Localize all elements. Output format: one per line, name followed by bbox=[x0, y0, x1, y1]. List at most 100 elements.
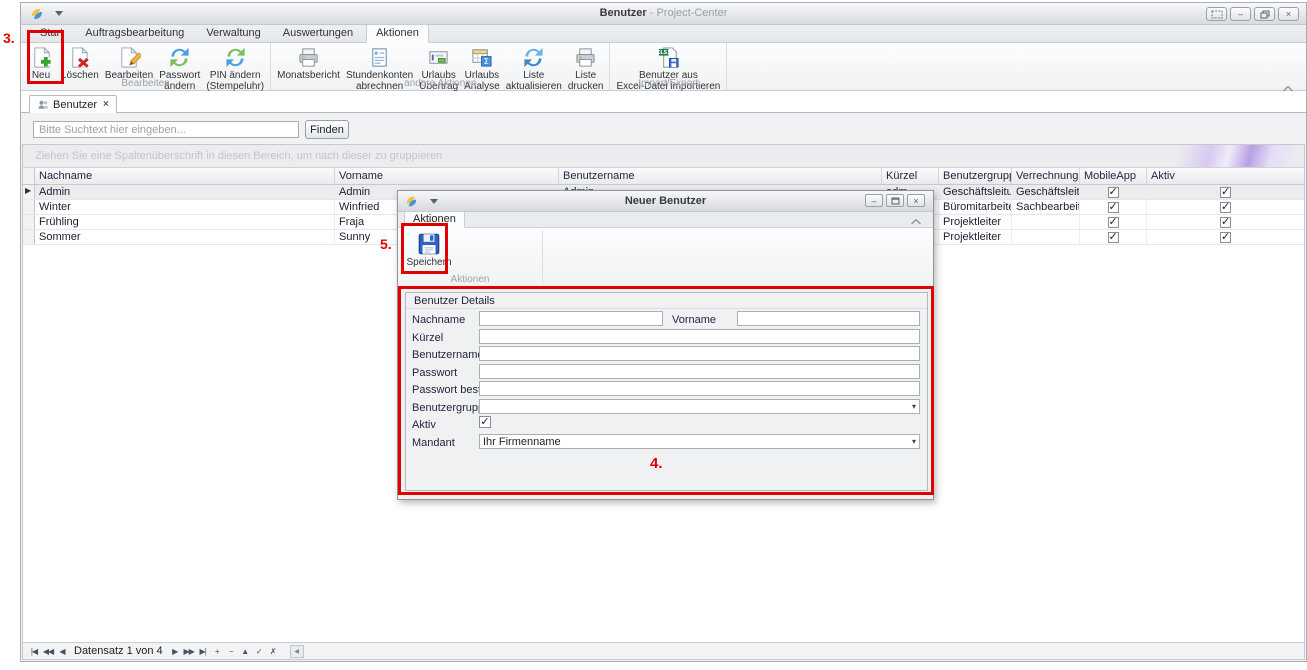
navigator-button[interactable]: ◀◀ bbox=[41, 647, 55, 656]
checkbox[interactable]: ✓ bbox=[1220, 232, 1231, 243]
dialog-tab-strip: Aktionen bbox=[398, 212, 933, 228]
navigator-next-buttons: ▶▶▶▶|+−▲✓✗ bbox=[168, 647, 280, 656]
svg-text:Σ: Σ bbox=[484, 56, 489, 66]
checkbox[interactable]: ✓ bbox=[1220, 217, 1231, 228]
checkbox-cell[interactable]: ✓ bbox=[1147, 200, 1304, 214]
dialog-close-button[interactable]: × bbox=[907, 194, 925, 207]
group-by-panel[interactable]: Ziehen Sie eine Spaltenüberschrift in di… bbox=[23, 145, 1304, 168]
grid-cell[interactable] bbox=[1012, 215, 1080, 229]
dialog-minimize-button[interactable]: – bbox=[865, 194, 883, 207]
navigator-button[interactable]: ◀ bbox=[55, 647, 69, 656]
column-header[interactable]: MobileApp bbox=[1080, 168, 1147, 184]
dialog-title-bar: Neuer Benutzer – × bbox=[398, 191, 933, 212]
grid-cell[interactable]: Admin bbox=[35, 185, 335, 199]
navigator-button[interactable]: ✓ bbox=[252, 647, 266, 656]
search-input[interactable] bbox=[33, 121, 299, 138]
checkbox[interactable]: ✓ bbox=[1108, 232, 1119, 243]
annotation-box-5 bbox=[401, 223, 448, 274]
grid-cell[interactable]: Winter bbox=[35, 200, 335, 214]
column-header[interactable]: Benutzergruppe bbox=[939, 168, 1012, 184]
tab-close-icon[interactable]: × bbox=[103, 99, 109, 110]
users-icon bbox=[37, 99, 49, 111]
row-indicator bbox=[23, 230, 35, 244]
dialog-group-caption: Aktionen bbox=[400, 274, 540, 285]
restore-button[interactable] bbox=[1254, 7, 1275, 21]
navigator-button[interactable]: ▶▶ bbox=[182, 647, 196, 656]
navigator-button[interactable]: ▶| bbox=[196, 647, 210, 656]
ribbon-tab-verwaltung[interactable]: Verwaltung bbox=[197, 25, 269, 42]
grid-cell[interactable]: Büromitarbeiter bbox=[939, 200, 1012, 214]
dialog-window-controls: – × bbox=[865, 194, 925, 207]
navigator-button[interactable]: |◀ bbox=[27, 647, 41, 656]
grid-cell[interactable]: Projektleiter bbox=[939, 215, 1012, 229]
minimize-button[interactable]: – bbox=[1230, 7, 1251, 21]
svg-text:XLSX: XLSX bbox=[657, 50, 671, 56]
checkbox[interactable]: ✓ bbox=[1108, 217, 1119, 228]
dialog-maximize-button[interactable] bbox=[886, 194, 904, 207]
grid-cell[interactable]: Frühling bbox=[35, 215, 335, 229]
bearbeiten-button[interactable]: Bearbeiten bbox=[102, 44, 156, 81]
row-indicator bbox=[23, 215, 35, 229]
refresh-icon bbox=[168, 45, 191, 70]
checkbox-cell[interactable]: ✓ bbox=[1147, 230, 1304, 244]
loeschen-button[interactable]: Löschen bbox=[58, 44, 102, 81]
annotation-label-3: 3. bbox=[3, 30, 15, 46]
checkbox[interactable]: ✓ bbox=[1220, 187, 1231, 198]
title-bar: Benutzer - Project-Center – × bbox=[21, 3, 1306, 25]
record-count-label: Datensatz 1 von 4 bbox=[74, 645, 163, 657]
grid-cell[interactable]: Geschäftsleitung bbox=[1012, 185, 1080, 199]
navigator-button[interactable]: ▶ bbox=[168, 647, 182, 656]
checkbox-cell[interactable]: ✓ bbox=[1080, 230, 1147, 244]
screen-mode-button[interactable] bbox=[1206, 7, 1227, 21]
checkbox-cell[interactable]: ✓ bbox=[1080, 185, 1147, 199]
ribbon-tab-auftragsbearbeitung[interactable]: Auftragsbearbeitung bbox=[76, 25, 193, 42]
checkbox-cell[interactable]: ✓ bbox=[1147, 215, 1304, 229]
group-by-hint: Ziehen Sie eine Spaltenüberschrift in di… bbox=[35, 150, 442, 162]
grid-cell[interactable] bbox=[1012, 230, 1080, 244]
navigator-button[interactable]: ▲ bbox=[238, 647, 252, 656]
group-caption-import-export: Import/Export bbox=[610, 78, 726, 90]
navigator-button[interactable]: ✗ bbox=[266, 647, 280, 656]
column-header[interactable]: Nachname bbox=[35, 168, 335, 184]
refresh-icon bbox=[224, 45, 247, 70]
navigator-button[interactable]: − bbox=[224, 647, 238, 656]
checkbox[interactable]: ✓ bbox=[1108, 187, 1119, 198]
checkbox-cell[interactable]: ✓ bbox=[1080, 215, 1147, 229]
scroll-left-button[interactable]: ◀ bbox=[290, 645, 304, 658]
document-list-icon bbox=[368, 45, 391, 70]
document-tab-benutzer[interactable]: Benutzer × bbox=[29, 95, 117, 113]
column-header[interactable]: Kürzel bbox=[882, 168, 939, 184]
monatsbericht-button[interactable]: Monatsbericht bbox=[274, 44, 343, 81]
dialog-ribbon-collapse-button[interactable] bbox=[910, 218, 923, 227]
printer-icon bbox=[297, 45, 320, 70]
screenshot-page: Benutzer - Project-Center – × bbox=[0, 0, 1307, 670]
excel-import-icon: XLSX bbox=[657, 45, 680, 70]
checkbox-cell[interactable]: ✓ bbox=[1080, 200, 1147, 214]
column-header[interactable]: Benutzername bbox=[559, 168, 882, 184]
screen-mode-icon bbox=[1211, 10, 1223, 19]
row-indicator bbox=[23, 200, 35, 214]
record-navigator: |◀◀◀◀ Datensatz 1 von 4 ▶▶▶▶|+−▲✓✗ ◀ bbox=[23, 642, 1304, 659]
column-header[interactable]: Verrechnungssatz... bbox=[1012, 168, 1080, 184]
checkbox[interactable]: ✓ bbox=[1108, 202, 1119, 213]
column-header[interactable]: Aktiv bbox=[1147, 168, 1304, 184]
grid-cell[interactable]: Projektleiter bbox=[939, 230, 1012, 244]
grid-cell[interactable]: Sachbearbeiter bbox=[1012, 200, 1080, 214]
restore-icon bbox=[1260, 10, 1270, 19]
panel-transfer-icon bbox=[427, 45, 450, 70]
grid-cell[interactable]: Geschäftsleitung bbox=[939, 185, 1012, 199]
checkbox[interactable]: ✓ bbox=[1220, 202, 1231, 213]
finden-button[interactable]: Finden bbox=[305, 120, 349, 139]
navigator-button[interactable]: + bbox=[210, 647, 224, 656]
printer-icon bbox=[574, 45, 597, 70]
ribbon-tab-aktionen[interactable]: Aktionen bbox=[366, 24, 429, 43]
column-header[interactable]: Vorname bbox=[335, 168, 559, 184]
document-tab-label: Benutzer bbox=[53, 99, 97, 111]
close-button[interactable]: × bbox=[1278, 7, 1299, 21]
ribbon-collapse-button[interactable] bbox=[1282, 85, 1296, 95]
ribbon-group-andere-aktionen: Monatsbericht Stundenkonten abrechnen bbox=[271, 43, 610, 90]
group-caption-andere-aktionen: andere Aktionen bbox=[271, 78, 609, 90]
checkbox-cell[interactable]: ✓ bbox=[1147, 185, 1304, 199]
ribbon-tab-auswertungen[interactable]: Auswertungen bbox=[274, 25, 362, 42]
grid-cell[interactable]: Sommer bbox=[35, 230, 335, 244]
